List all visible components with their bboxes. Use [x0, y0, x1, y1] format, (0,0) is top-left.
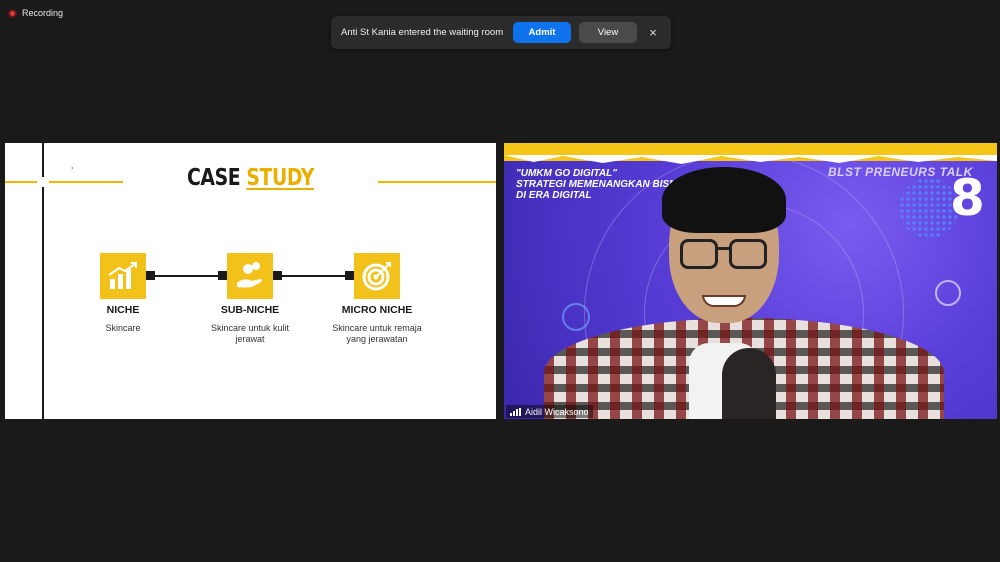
glasses-right-lens	[729, 239, 767, 269]
shared-screen-slide: › CASE STUDY NICHE Skincare SUB-NICHE Sk…	[5, 143, 496, 419]
connector-line	[146, 275, 228, 277]
participant-name: Aidil Wicaksono	[525, 406, 589, 417]
episode-number: 8	[950, 169, 985, 227]
admit-button[interactable]: Admit	[513, 22, 571, 43]
close-icon[interactable]: ×	[645, 25, 661, 40]
niche-desc: Skincare	[105, 323, 141, 333]
banner-line-2: STRATEGI MEMENANGKAN BISNIS	[516, 179, 686, 190]
sub-niche-desc: Skincare untuk kulit jerawat	[210, 323, 290, 344]
participant-video[interactable]: "UMKM GO DIGITAL" STRATEGI MEMENANGKAN B…	[504, 143, 997, 419]
connector-node	[273, 271, 282, 280]
notification-message: Anti St Kania entered the waiting room	[341, 27, 504, 38]
slide-title-part1: CASE	[186, 165, 247, 191]
person-smile	[702, 295, 746, 307]
slide-line-gap	[37, 177, 49, 187]
participant-name-tag: Aidil Wicaksono	[506, 405, 593, 418]
connector-node	[218, 271, 227, 280]
decor-ring	[562, 303, 590, 331]
slide-title-part2: STUDY	[246, 165, 315, 191]
glasses-left-lens	[680, 239, 718, 269]
recording-label: Recording	[22, 8, 64, 18]
waiting-room-notification: Anti St Kania entered the waiting room A…	[331, 16, 671, 49]
micro-niche-title: MICRO NICHE	[341, 304, 413, 316]
sub-niche-title: SUB-NICHE	[220, 304, 280, 316]
event-banner-text: "UMKM GO DIGITAL" STRATEGI MEMENANGKAN B…	[516, 168, 686, 201]
connector-node	[345, 271, 354, 280]
hand-coins-icon	[227, 253, 273, 299]
signal-strength-icon	[510, 407, 521, 416]
micro-niche-desc: Skincare untuk remaja yang jerawatan	[332, 323, 422, 344]
niche-title: NICHE	[106, 304, 140, 316]
target-icon	[354, 253, 400, 299]
glasses-bridge	[717, 247, 731, 250]
person-hair	[662, 167, 786, 233]
banner-line-1: "UMKM GO DIGITAL"	[516, 168, 617, 179]
slide-title: CASE STUDY	[49, 165, 452, 191]
recording-dot-icon	[8, 8, 17, 18]
connector-line	[273, 275, 355, 277]
connector-node	[146, 271, 155, 280]
chart-growth-icon	[100, 253, 146, 299]
microphone	[722, 348, 776, 419]
decor-ring	[935, 280, 961, 306]
banner-line-3: DI ERA DIGITAL	[516, 190, 592, 201]
view-button[interactable]: View	[579, 22, 637, 43]
recording-indicator: Recording	[8, 8, 63, 18]
